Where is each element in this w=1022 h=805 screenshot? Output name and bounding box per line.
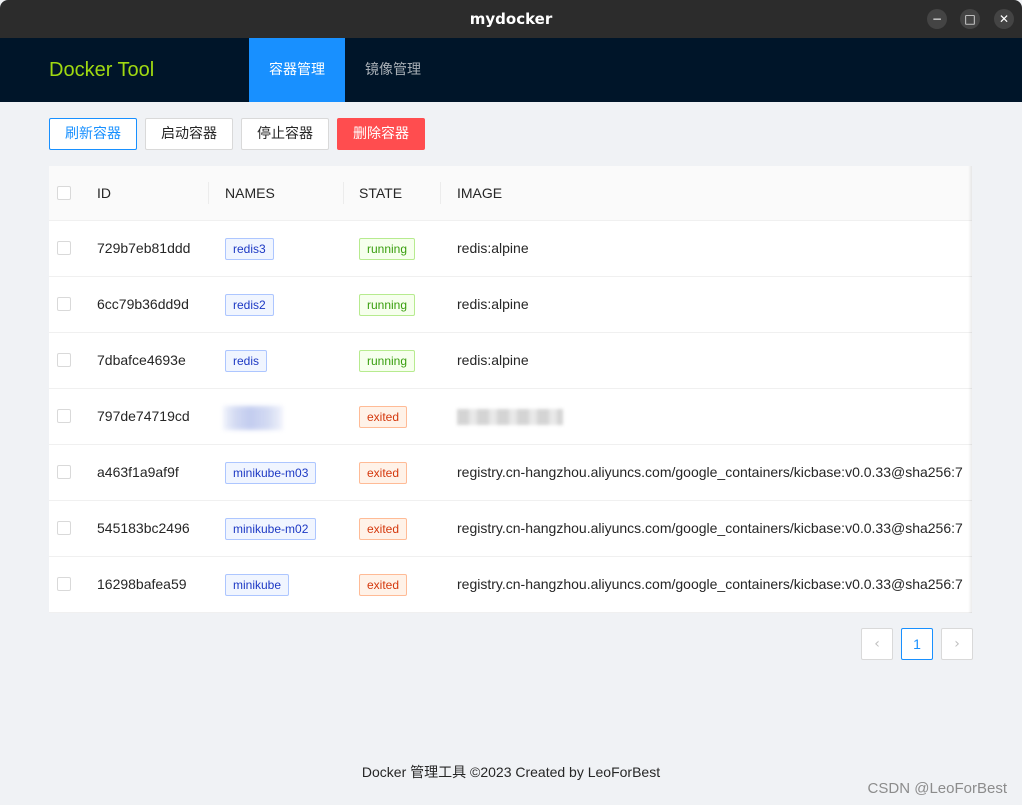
- container-id: 729b7eb81ddd: [97, 240, 191, 256]
- table-row[interactable]: a463f1a9af9f minikube-m03 exited registr…: [49, 445, 972, 501]
- close-icon[interactable]: ✕: [994, 9, 1014, 29]
- row-checkbox[interactable]: [57, 465, 71, 479]
- container-id: 6cc79b36dd9d: [97, 296, 189, 312]
- container-id: 7dbafce4693e: [97, 352, 186, 368]
- table-row[interactable]: 797de74719cd exited: [49, 389, 972, 445]
- row-checkbox[interactable]: [57, 353, 71, 367]
- status-badge: exited: [359, 518, 408, 540]
- row-checkbox[interactable]: [57, 409, 71, 423]
- column-header-state: STATE: [359, 185, 403, 201]
- select-all-checkbox[interactable]: [57, 186, 71, 200]
- pagination-page-1[interactable]: 1: [901, 628, 933, 660]
- container-image: registry.cn-hangzhou.aliyuncs.com/google…: [457, 464, 963, 480]
- row-checkbox[interactable]: [57, 297, 71, 311]
- redacted-container-image: [457, 409, 563, 425]
- table-header: ID NAMES STATE IMAGE: [49, 166, 972, 221]
- container-id: 16298bafea59: [97, 576, 187, 592]
- row-checkbox[interactable]: [57, 521, 71, 535]
- row-checkbox[interactable]: [57, 577, 71, 591]
- status-badge: exited: [359, 574, 408, 596]
- containers-table: ID NAMES STATE IMAGE 729b7eb81ddd redis3…: [49, 166, 972, 613]
- row-checkbox[interactable]: [57, 241, 71, 255]
- container-name-tag: minikube-m03: [225, 462, 317, 484]
- container-image: registry.cn-hangzhou.aliyuncs.com/google…: [457, 520, 963, 536]
- stop-container-button[interactable]: 停止容器: [241, 118, 329, 150]
- minimize-icon[interactable]: −: [927, 9, 947, 29]
- table-row[interactable]: 7dbafce4693e redis running redis:alpine: [49, 333, 972, 389]
- delete-container-button[interactable]: 删除容器: [337, 118, 425, 150]
- column-header-id: ID: [97, 185, 111, 201]
- redacted-container-name: [223, 406, 283, 430]
- tab-image-management[interactable]: 镜像管理: [345, 38, 441, 102]
- column-divider: [343, 182, 344, 204]
- pagination-next-icon[interactable]: ›: [941, 628, 973, 660]
- pagination-prev-icon[interactable]: ‹: [861, 628, 893, 660]
- container-name-tag: minikube-m02: [225, 518, 317, 540]
- container-id: 797de74719cd: [97, 408, 190, 424]
- column-header-names: NAMES: [225, 185, 275, 201]
- start-container-button[interactable]: 启动容器: [145, 118, 233, 150]
- container-name-tag: redis3: [225, 238, 274, 260]
- status-badge: running: [359, 294, 416, 316]
- container-image: redis:alpine: [457, 296, 529, 312]
- container-image: redis:alpine: [457, 240, 529, 256]
- status-badge: exited: [359, 406, 408, 428]
- container-image: redis:alpine: [457, 352, 529, 368]
- table-row[interactable]: 545183bc2496 minikube-m02 exited registr…: [49, 501, 972, 557]
- app-header: Docker Tool 容器管理 镜像管理: [0, 38, 1022, 102]
- status-badge: exited: [359, 462, 408, 484]
- column-header-image: IMAGE: [457, 185, 503, 201]
- tab-container-management[interactable]: 容器管理: [249, 38, 345, 102]
- window-title: mydocker: [469, 10, 553, 28]
- window-titlebar: mydocker − □ ✕: [0, 0, 1022, 38]
- container-name-tag: redis2: [225, 294, 274, 316]
- footer-text: Docker 管理工具 ©2023 Created by LeoForBest: [361, 764, 661, 780]
- container-name-tag: minikube: [225, 574, 290, 596]
- table-row[interactable]: 729b7eb81ddd redis3 running redis:alpine: [49, 221, 972, 277]
- maximize-icon[interactable]: □: [960, 9, 980, 29]
- scroll-shadow: [968, 166, 972, 613]
- table-row[interactable]: 16298bafea59 minikube exited registry.cn…: [49, 557, 972, 613]
- column-divider: [208, 182, 209, 204]
- table-row[interactable]: 6cc79b36dd9d redis2 running redis:alpine: [49, 277, 972, 333]
- brand-title: Docker Tool: [49, 59, 155, 81]
- container-id: 545183bc2496: [97, 520, 190, 536]
- watermark-text: CSDN @LeoForBest: [867, 780, 1007, 797]
- status-badge: running: [359, 238, 416, 260]
- container-name-tag: redis: [225, 350, 268, 372]
- refresh-containers-button[interactable]: 刷新容器: [49, 118, 137, 150]
- status-badge: running: [359, 350, 416, 372]
- container-id: a463f1a9af9f: [97, 464, 179, 480]
- column-divider: [440, 182, 441, 204]
- container-image: registry.cn-hangzhou.aliyuncs.com/google…: [457, 576, 963, 592]
